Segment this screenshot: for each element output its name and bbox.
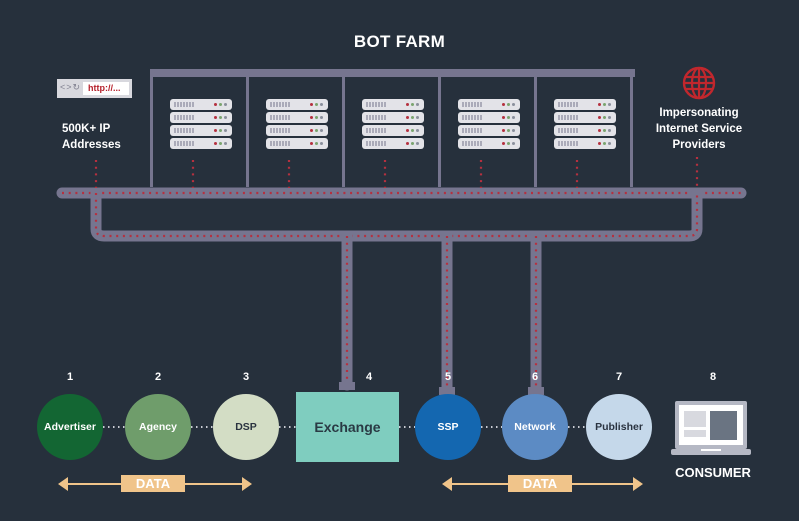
node-link-dots xyxy=(481,426,502,428)
node-link-dots xyxy=(568,426,586,428)
node-exchange: Exchange xyxy=(296,392,399,462)
node-link-dots xyxy=(399,426,415,428)
pipe-connector xyxy=(339,382,355,390)
step-number: 3 xyxy=(242,371,250,383)
step-number: 4 xyxy=(365,371,373,383)
node-link-dots xyxy=(279,426,296,428)
laptop-icon xyxy=(671,401,751,455)
node-dsp: DSP xyxy=(213,394,279,460)
step-number: 6 xyxy=(531,371,539,383)
lower-cable xyxy=(90,187,703,242)
node-link-dots xyxy=(191,426,213,428)
node-agency: Agency xyxy=(125,394,191,460)
step-number: 2 xyxy=(154,371,162,383)
step-number: 8 xyxy=(709,371,717,383)
data-label: DATA xyxy=(121,475,185,492)
data-label: DATA xyxy=(508,475,572,492)
node-network: Network xyxy=(502,394,568,460)
step-number: 7 xyxy=(615,371,623,383)
node-publisher: Publisher xyxy=(586,394,652,460)
node-link-dots xyxy=(103,426,125,428)
step-number: 5 xyxy=(444,371,452,383)
step-number: 1 xyxy=(66,371,74,383)
consumer-label: CONSUMER xyxy=(675,465,751,480)
node-ssp: SSP xyxy=(415,394,481,460)
lower-cable-dots xyxy=(94,193,699,238)
node-advertiser: Advertiser xyxy=(37,394,103,460)
